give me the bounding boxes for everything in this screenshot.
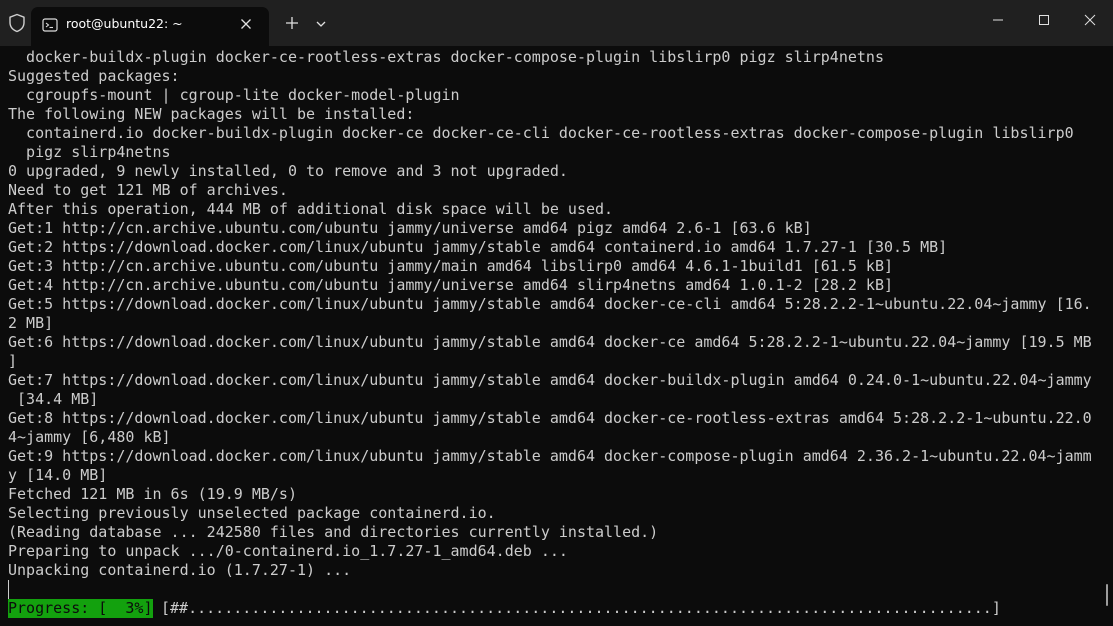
- terminal-line: Get:3 http://cn.archive.ubuntu.com/ubunt…: [8, 257, 894, 275]
- terminal-line: Get:5 https://download.docker.com/linux/…: [8, 295, 1092, 313]
- scrollbar-thumb[interactable]: [1106, 584, 1108, 606]
- tab-terminal[interactable]: root@ubuntu22: ~: [31, 7, 269, 46]
- terminal-window: root@ubuntu22: ~ docker-buildx-plugin do…: [0, 0, 1113, 626]
- terminal-line: Preparing to unpack .../0-containerd.io_…: [8, 542, 568, 560]
- text-cursor: [8, 580, 9, 599]
- terminal-line: ]: [8, 352, 18, 370]
- terminal-line: After this operation, 444 MB of addition…: [8, 200, 614, 218]
- minimize-button[interactable]: [975, 0, 1021, 40]
- terminal-line: (Reading database ... 242580 files and d…: [8, 523, 659, 541]
- progress-bar: [##.....................................…: [161, 599, 1001, 617]
- minimize-icon: [993, 19, 1003, 21]
- terminal-line: Unpacking containerd.io (1.7.27-1) ...: [8, 561, 352, 579]
- terminal-output[interactable]: docker-buildx-plugin docker-ce-rootless-…: [0, 46, 1103, 626]
- scrollbar[interactable]: [1103, 46, 1113, 626]
- terminal-line: Selecting previously unselected package …: [8, 504, 496, 522]
- terminal-line: 4~jammy [6,480 kB]: [8, 428, 171, 446]
- terminal-line: Get:8 https://download.docker.com/linux/…: [8, 409, 1092, 427]
- terminal-line: Get:7 https://download.docker.com/linux/…: [8, 371, 1092, 389]
- progress-label: Progress: [ 3%]: [8, 599, 153, 618]
- terminal-line: Need to get 121 MB of archives.: [8, 181, 288, 199]
- terminal-line: y [14.0 MB]: [8, 466, 108, 484]
- title-bar: root@ubuntu22: ~: [0, 0, 1113, 46]
- maximize-icon: [1039, 15, 1049, 25]
- terminal-line: Get:1 http://cn.archive.ubuntu.com/ubunt…: [8, 219, 812, 237]
- chevron-down-icon[interactable]: [313, 16, 329, 30]
- terminal-line: containerd.io docker-buildx-plugin docke…: [8, 124, 1074, 142]
- terminal-line: cgroupfs-mount | cgroup-lite docker-mode…: [8, 86, 460, 104]
- terminal-icon: [42, 17, 58, 32]
- terminal-line: pigz slirp4netns: [8, 143, 171, 161]
- shield-icon[interactable]: [8, 13, 26, 33]
- terminal-line: Get:2 https://download.docker.com/linux/…: [8, 238, 948, 256]
- close-window-button[interactable]: [1067, 0, 1113, 40]
- terminal-line: Suggested packages:: [8, 67, 180, 85]
- terminal-line: [34.4 MB]: [8, 390, 99, 408]
- close-icon[interactable]: [238, 16, 254, 32]
- terminal-line: Get:4 http://cn.archive.ubuntu.com/ubunt…: [8, 276, 894, 294]
- maximize-button[interactable]: [1021, 0, 1067, 40]
- tab-title: root@ubuntu22: ~: [66, 16, 183, 31]
- terminal-line: Get:9 https://download.docker.com/linux/…: [8, 447, 1092, 465]
- terminal-line: The following NEW packages will be insta…: [8, 105, 415, 123]
- terminal-line: Get:6 https://download.docker.com/linux/…: [8, 333, 1092, 351]
- terminal-line: 0 upgraded, 9 newly installed, 0 to remo…: [8, 162, 568, 180]
- terminal-line: Fetched 121 MB in 6s (19.9 MB/s): [8, 485, 297, 503]
- terminal-line: docker-buildx-plugin docker-ce-rootless-…: [8, 48, 884, 66]
- terminal-line: 2 MB]: [8, 314, 54, 332]
- close-icon: [1084, 14, 1096, 26]
- plus-icon[interactable]: [283, 14, 301, 32]
